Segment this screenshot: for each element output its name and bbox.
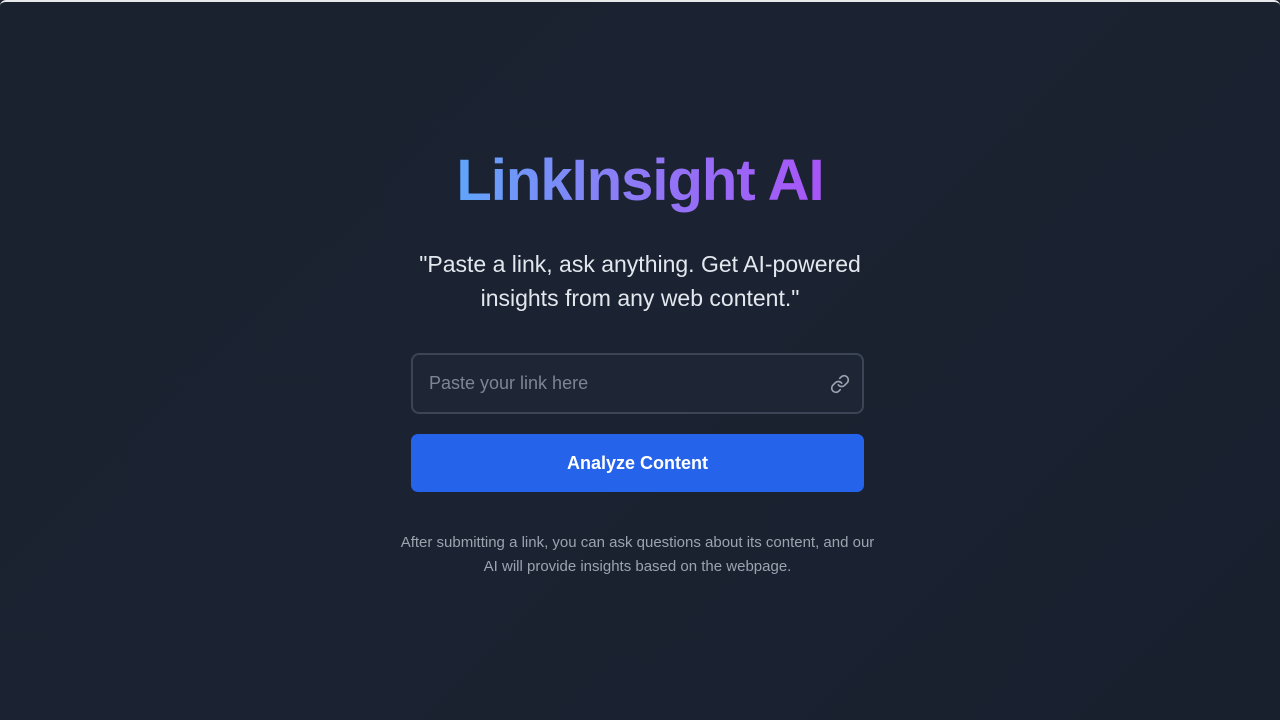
link-input-container <box>411 353 864 414</box>
landing-hero: LinkInsight AI "Paste a link, ask anythi… <box>0 0 1280 720</box>
app-title-text: LinkInsight AI <box>456 148 824 213</box>
app-title: LinkInsight AI <box>0 146 1280 216</box>
link-icon <box>830 374 850 394</box>
tagline: "Paste a link, ask anything. Get AI-powe… <box>419 251 861 311</box>
help-text: After submitting a link, you can ask que… <box>400 534 875 575</box>
analyze-content-button[interactable]: Analyze Content <box>411 434 864 492</box>
link-input[interactable] <box>413 355 862 412</box>
